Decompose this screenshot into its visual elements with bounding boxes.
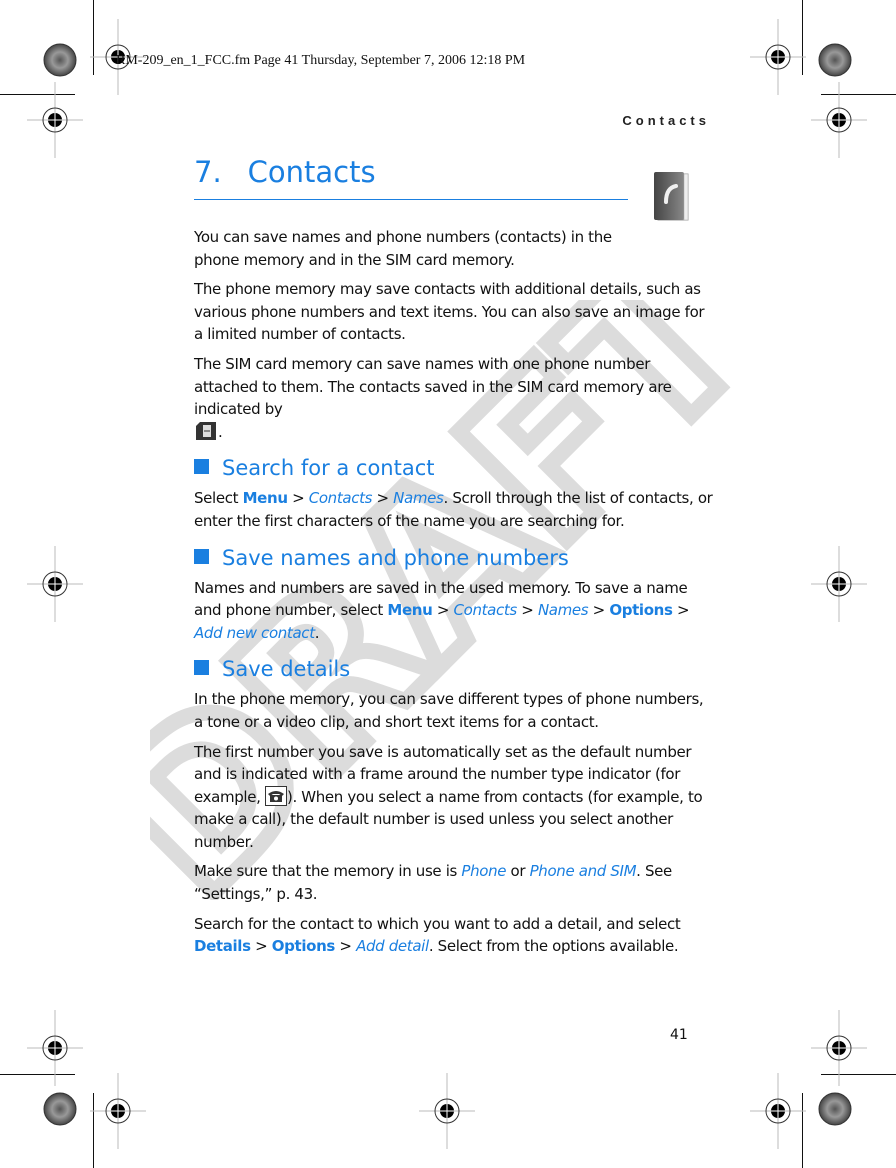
search-paragraph: Select Menu > Contacts > Names. Scroll t…: [194, 489, 713, 530]
section-heading-save-names: Save names and phone numbers: [194, 545, 716, 571]
chapter-rule: [194, 199, 628, 200]
details-paragraph: Make sure that the memory in use is Phon…: [194, 862, 672, 904]
details-link: Details: [194, 937, 251, 956]
color-rosette: [818, 1092, 852, 1126]
registration-mark: [26, 81, 84, 159]
heading-bullet-icon: [194, 459, 209, 475]
registration-mark: [418, 1072, 476, 1150]
add-new-contact-link: Add new contact: [194, 623, 315, 642]
phone-number-type-icon: [264, 785, 287, 806]
intro-paragraph: You can save names and phone numbers (co…: [194, 228, 612, 269]
page-number: 41: [670, 1027, 688, 1043]
heading-bullet-icon: [194, 548, 209, 564]
add-detail-link: Add detail: [356, 937, 429, 956]
color-rosette: [818, 43, 852, 77]
chapter-title: 7. Contacts: [194, 155, 376, 189]
heading-bullet-icon: [194, 660, 209, 676]
registration-mark: [26, 1009, 84, 1087]
color-rosette: [43, 43, 77, 77]
intro-paragraph: The phone memory may save contacts with …: [194, 280, 705, 344]
chapter-number: 7.: [194, 155, 222, 189]
running-head: Contacts: [622, 113, 710, 128]
contacts-book-icon: [654, 172, 689, 221]
save-names-paragraph: Names and numbers are saved in the used …: [194, 578, 690, 642]
registration-mark: [810, 545, 868, 623]
sim-card-icon: [196, 421, 216, 440]
details-paragraph: The first number you save is automatical…: [194, 742, 703, 851]
color-rosette: [43, 1092, 77, 1126]
page-content: You can save names and phone numbers (co…: [194, 226, 716, 965]
names-link: Names: [393, 489, 444, 508]
names-link: Names: [537, 601, 589, 620]
menu-link: Menu: [387, 601, 433, 620]
registration-mark: [89, 1072, 147, 1150]
section-heading-save-details: Save details: [194, 656, 716, 682]
intro-paragraph: The SIM card memory can save names with …: [194, 354, 672, 441]
registration-mark: [810, 81, 868, 159]
chapter-name: Contacts: [247, 155, 376, 189]
registration-mark: [26, 545, 84, 623]
options-link: Options: [271, 937, 336, 956]
phone-option: Phone: [461, 862, 507, 881]
registration-mark: [810, 1009, 868, 1087]
menu-link: Menu: [242, 489, 288, 508]
details-paragraph: Search for the contact to which you want…: [194, 914, 681, 956]
contacts-link: Contacts: [308, 489, 373, 508]
registration-mark: [749, 1072, 807, 1150]
details-paragraph: In the phone memory, you can save differ…: [194, 690, 704, 731]
print-header: RM-209_en_1_FCC.fm Page 41 Thursday, Sep…: [116, 53, 526, 68]
contacts-link: Contacts: [453, 601, 518, 620]
options-link: Options: [609, 601, 673, 620]
registration-mark: [749, 18, 807, 96]
phone-and-sim-option: Phone and SIM: [529, 862, 637, 881]
section-heading-search: Search for a contact: [194, 455, 716, 481]
